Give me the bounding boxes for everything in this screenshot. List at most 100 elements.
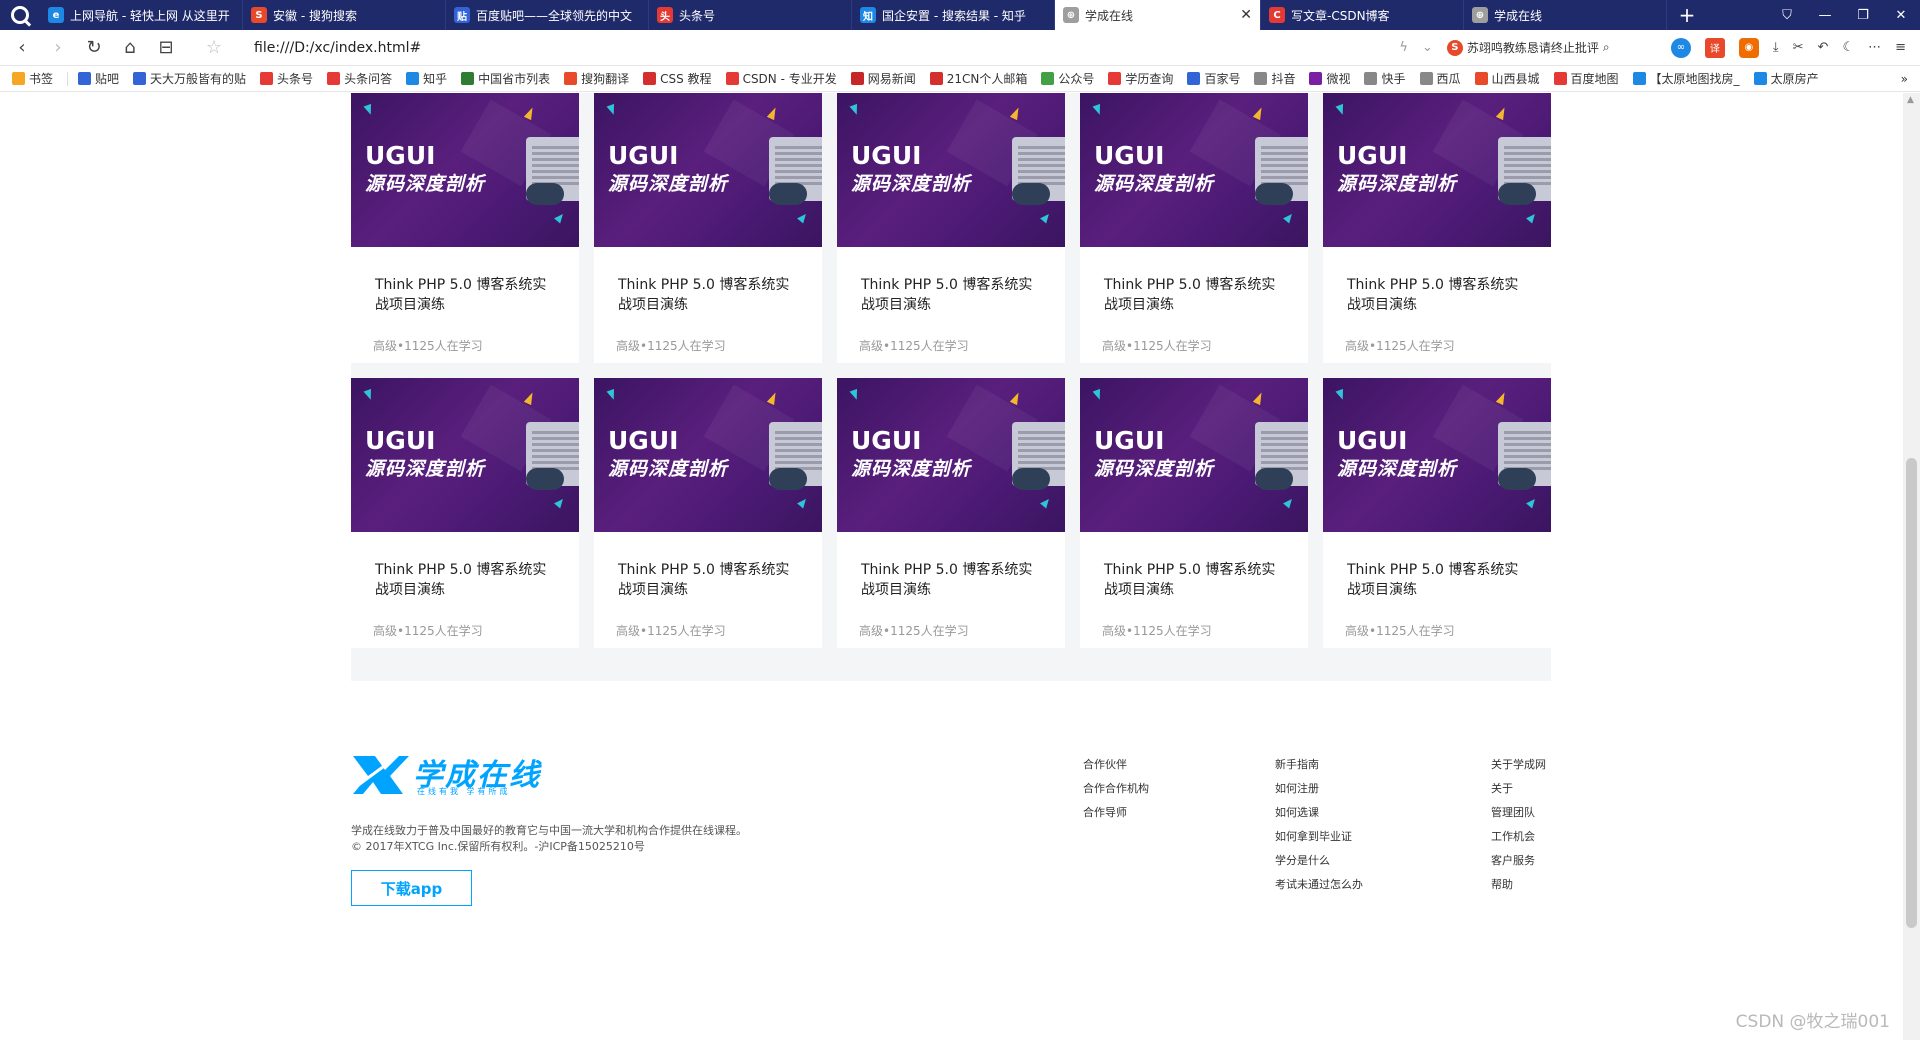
bookmark-item[interactable]: 天大万般皆有的贴 (133, 70, 246, 87)
url-dropdown-icon[interactable]: ⌄ (1422, 40, 1433, 55)
bookmark-item[interactable]: 头条问答 (327, 70, 392, 87)
bookmark-item[interactable]: 网易新闻 (850, 70, 916, 87)
course-card[interactable]: UGUI 源码深度剖析 Think PHP 5.0 博客系统实战项目演练 高级•112… (1323, 378, 1551, 648)
course-title[interactable]: Think PHP 5.0 博客系统实战项目演练 (375, 275, 559, 315)
bookmark-item[interactable]: 【太原地图找房_ (1632, 70, 1740, 87)
url-input[interactable]: file:///D:/xc/index.html# (254, 40, 1314, 56)
course-title[interactable]: Think PHP 5.0 博客系统实战项目演练 (1347, 560, 1531, 600)
footer-link[interactable]: 合作合作机构 (1083, 777, 1149, 801)
course-thumbnail[interactable]: UGUI 源码深度剖析 (351, 378, 579, 532)
bookmark-item[interactable]: 知乎 (406, 70, 447, 87)
bookmark-item[interactable]: 微视 (1309, 70, 1350, 87)
bookmark-item[interactable]: 山西县城 (1474, 70, 1540, 87)
course-title[interactable]: Think PHP 5.0 博客系统实战项目演练 (861, 560, 1045, 600)
close-tab-icon[interactable]: ✕ (1240, 7, 1252, 23)
footer-link[interactable]: 如何注册 (1275, 777, 1363, 801)
bookmark-item[interactable]: 太原房产 (1753, 70, 1819, 87)
bookmark-item[interactable]: 21CN个人邮箱 (929, 70, 1027, 87)
search-suggestion[interactable]: S 苏翊鸣教练恳请终止批评 ⌕ (1446, 39, 1657, 56)
course-thumbnail[interactable]: UGUI 源码深度剖析 (1080, 93, 1308, 247)
tab-5[interactable]: 知国企安置 - 搜索结果 - 知乎 (852, 0, 1055, 30)
course-thumbnail[interactable]: UGUI 源码深度剖析 (351, 93, 579, 247)
course-thumbnail[interactable]: UGUI 源码深度剖析 (594, 93, 822, 247)
scroll-up-icon[interactable]: ▲ (1907, 95, 1914, 105)
game-icon[interactable]: ◉ (1738, 37, 1759, 58)
footer-link[interactable]: 如何选课 (1275, 801, 1363, 825)
extension-loop-icon[interactable]: ∞ (1670, 37, 1691, 58)
tab-8[interactable]: ⊕ 学成在线 (1464, 0, 1667, 30)
footer-link[interactable]: 新手指南 (1275, 753, 1363, 777)
footer-link[interactable]: 关于 (1491, 777, 1546, 801)
course-card[interactable]: UGUI 源码深度剖析 Think PHP 5.0 博客系统实战项目演练 高级•112… (837, 378, 1065, 648)
tab-3[interactable]: 贴百度贴吧——全球领先的中文 (446, 0, 649, 30)
bookmark-item[interactable]: 学历查询 (1108, 70, 1173, 87)
bookmark-item[interactable]: 快手 (1364, 70, 1406, 87)
minimize-button[interactable]: — (1806, 0, 1844, 30)
home-button[interactable]: ⌂ (112, 30, 148, 66)
footer-link[interactable]: 如何拿到毕业证 (1275, 825, 1363, 849)
footer-link[interactable]: 客户服务 (1491, 849, 1546, 873)
course-title[interactable]: Think PHP 5.0 博客系统实战项目演练 (618, 560, 802, 600)
course-title[interactable]: Think PHP 5.0 博客系统实战项目演练 (1347, 275, 1531, 315)
footer-logo[interactable]: 学成在线 在线有我 学有所成 (351, 750, 551, 796)
search-icon[interactable]: ⌕ (1603, 40, 1610, 55)
course-thumbnail[interactable]: UGUI 源码深度剖析 (837, 93, 1065, 247)
back-button[interactable]: ‹ (4, 30, 40, 66)
footer-link[interactable]: 合作伙伴 (1083, 753, 1149, 777)
forward-button[interactable]: › (40, 30, 76, 66)
course-card[interactable]: UGUI 源码深度剖析 Think PHP 5.0 博客系统实战项目演练 高级•112… (594, 378, 822, 648)
course-card[interactable]: UGUI 源码深度剖析 Think PHP 5.0 博客系统实战项目演练 高级•112… (1323, 93, 1551, 363)
course-card[interactable]: UGUI 源码深度剖析 Think PHP 5.0 博客系统实战项目演练 高级•112… (594, 93, 822, 363)
tab-1[interactable]: e 上网导航 - 轻快上网 从这里开 (40, 0, 243, 30)
download-app-button[interactable]: 下载app (351, 870, 472, 906)
bookmark-item[interactable]: CSS 教程 (643, 70, 712, 87)
course-card[interactable]: UGUI 源码深度剖析 Think PHP 5.0 博客系统实战项目演练 高级•112… (351, 378, 579, 648)
course-card[interactable]: UGUI 源码深度剖析 Think PHP 5.0 博客系统实战项目演练 高级•112… (351, 93, 579, 363)
bookmark-item[interactable]: 抖音 (1254, 70, 1295, 87)
translate-icon[interactable]: 译 (1704, 37, 1725, 58)
lightning-icon[interactable]: ϟ (1399, 40, 1408, 55)
bookmark-item[interactable]: 中国省市列表 (461, 70, 550, 87)
footer-link[interactable]: 学分是什么 (1275, 849, 1363, 873)
tab-6[interactable]: ⊕ 学成在线 ✕ (1055, 0, 1261, 30)
course-thumbnail[interactable]: UGUI 源码深度剖析 (1080, 378, 1308, 532)
course-thumbnail[interactable]: UGUI 源码深度剖析 (594, 378, 822, 532)
bookmark-item[interactable]: 贴吧 (78, 70, 119, 87)
course-thumbnail[interactable]: UGUI 源码深度剖析 (1323, 378, 1551, 532)
course-title[interactable]: Think PHP 5.0 博客系统实战项目演练 (1104, 275, 1288, 315)
undo-icon[interactable]: ↶ (1818, 40, 1829, 55)
reload-button[interactable]: ↻ (76, 30, 112, 66)
scroll-thumb[interactable] (1906, 458, 1917, 928)
tab-2[interactable]: S 安徽 - 搜狗搜索 (243, 0, 446, 30)
footer-link[interactable]: 关于学成网 (1491, 753, 1546, 777)
new-tab-button[interactable]: + (1667, 0, 1707, 30)
footer-link[interactable]: 帮助 (1491, 873, 1546, 897)
favorites-icon[interactable]: ⛉ (1768, 0, 1806, 30)
bookmark-item[interactable]: 百度地图 (1553, 70, 1619, 87)
course-title[interactable]: Think PHP 5.0 博客系统实战项目演练 (861, 275, 1045, 315)
restore-button[interactable]: ❐ (1844, 0, 1882, 30)
close-window-button[interactable]: ✕ (1882, 0, 1920, 30)
bookmark-item[interactable]: 西瓜 (1419, 70, 1461, 87)
download-icon[interactable]: ⤓ (1773, 40, 1779, 55)
scissors-icon[interactable]: ✂ (1793, 40, 1804, 55)
course-card[interactable]: UGUI 源码深度剖析 Think PHP 5.0 博客系统实战项目演练 高级•112… (1080, 378, 1308, 648)
page-scrollbar[interactable]: ▲ (1903, 93, 1920, 1040)
bookmark-item[interactable]: CSDN - 专业开发 (725, 70, 837, 87)
course-card[interactable]: UGUI 源码深度剖析 Think PHP 5.0 博客系统实战项目演练 高级•112… (837, 93, 1065, 363)
course-card[interactable]: UGUI 源码深度剖析 Think PHP 5.0 博客系统实战项目演练 高级•112… (1080, 93, 1308, 363)
tab-4[interactable]: 头头条号 (649, 0, 852, 30)
course-thumbnail[interactable]: UGUI 源码深度剖析 (1323, 93, 1551, 247)
footer-link[interactable]: 合作导师 (1083, 801, 1149, 825)
browser-logo-icon[interactable] (0, 0, 40, 30)
more-options-icon[interactable]: ⋯ (1868, 40, 1881, 55)
night-mode-icon[interactable]: ☾ (1842, 40, 1854, 55)
bookmarks-more-icon[interactable]: » (1901, 72, 1908, 86)
footer-link[interactable]: 管理团队 (1491, 801, 1546, 825)
bookmark-item[interactable]: 搜狗翻译 (564, 70, 629, 87)
footer-link[interactable]: 考试未通过怎么办 (1275, 873, 1363, 897)
course-title[interactable]: Think PHP 5.0 博客系统实战项目演练 (618, 275, 802, 315)
bookmark-item[interactable]: 公众号 (1041, 70, 1094, 87)
course-title[interactable]: Think PHP 5.0 博客系统实战项目演练 (375, 560, 559, 600)
bookmark-item[interactable]: 书签 (12, 70, 53, 87)
